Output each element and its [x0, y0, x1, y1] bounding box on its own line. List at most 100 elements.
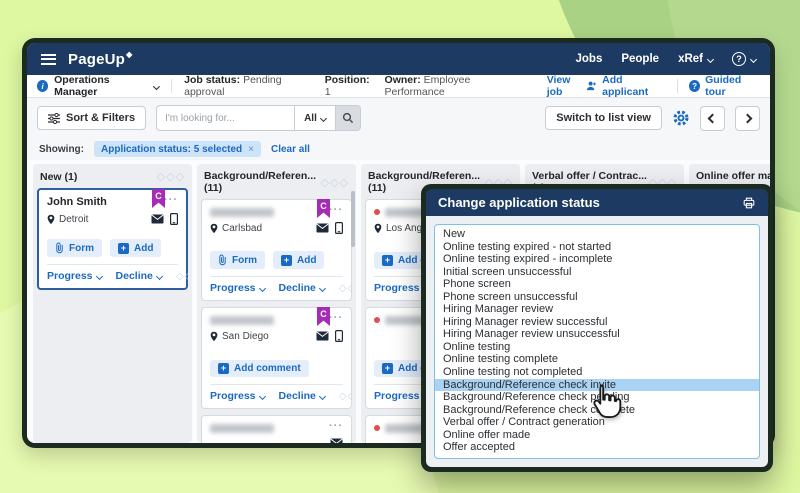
card-actions-row: Form Add	[47, 239, 178, 257]
nav-xref[interactable]: xRef	[678, 53, 713, 65]
page-background: PageUp◆ Jobs People xRef ? i Operations …	[0, 0, 800, 493]
decline-dropdown[interactable]: Decline	[279, 282, 325, 294]
card-footer-row: ProgressDecline◇◇◇	[210, 384, 343, 402]
column-header: New (1)◇◇◇	[37, 164, 188, 188]
unread-dot-icon	[374, 425, 380, 431]
mail-icon[interactable]	[330, 438, 343, 443]
add-button[interactable]: Add	[273, 251, 324, 269]
status-option[interactable]: Offer accepted	[435, 441, 759, 454]
status-option[interactable]: Hiring Manager review unsuccessful	[435, 328, 759, 341]
card-actions-row: Form Add	[210, 251, 343, 269]
chevron-right-icon	[743, 113, 753, 123]
applicant-card[interactable]: John Smith···CDetroitFormAddProgressDecl…	[37, 188, 188, 290]
status-option[interactable]: Background/Reference check complete	[435, 404, 759, 417]
nav-people[interactable]: People	[621, 53, 659, 65]
status-option[interactable]: Online testing complete	[435, 353, 759, 366]
status-option-list: NewOnline testing expired - not startedO…	[434, 224, 760, 459]
active-filters-bar: Showing: Application status: 5 selected …	[27, 138, 770, 160]
unread-dot-icon	[374, 209, 380, 215]
more-options-icon[interactable]: ···	[329, 422, 343, 431]
status-option[interactable]: Hiring Manager review	[435, 303, 759, 316]
card-rating-diamonds-icon: ◇◇◇	[176, 271, 188, 282]
chevron-down-icon	[95, 272, 102, 279]
clear-all-link[interactable]: Clear all	[271, 144, 310, 155]
applicant-card[interactable]: ···	[201, 415, 352, 443]
job-title: Operations Manager	[54, 74, 148, 98]
chevron-down-icon	[156, 272, 163, 279]
scroll-right-button[interactable]	[735, 106, 760, 131]
applicant-name-blurred	[210, 208, 274, 217]
applicant-name-blurred	[210, 316, 274, 325]
applicant-card[interactable]: ···CCarlsbadFormAddProgressDecline◇◇◇	[201, 199, 352, 301]
remove-filter-icon[interactable]: ×	[248, 144, 254, 155]
status-option[interactable]: Online testing expired - not started	[435, 241, 759, 254]
filter-chip-application-status[interactable]: Application status: 5 selected ×	[94, 141, 261, 157]
add-icon	[218, 363, 229, 374]
add-comment-button[interactable]: Add comment	[210, 360, 309, 377]
card-header-row: ···	[210, 422, 343, 433]
showing-label: Showing:	[39, 144, 84, 155]
status-option[interactable]: Initial screen unsuccessful	[435, 266, 759, 279]
phone-icon[interactable]	[335, 330, 343, 342]
settings-button[interactable]	[672, 109, 690, 127]
sort-filters-button[interactable]: Sort & Filters	[37, 106, 146, 130]
status-option[interactable]: Hiring Manager review successful	[435, 316, 759, 329]
phone-icon[interactable]	[335, 222, 343, 234]
status-option[interactable]: Background/Reference check invite	[435, 379, 759, 392]
decline-dropdown[interactable]: Decline	[279, 390, 325, 402]
phone-icon[interactable]	[170, 213, 178, 225]
applicant-location: Detroit	[59, 214, 88, 225]
question-icon: ?	[689, 80, 700, 92]
search-scope-dropdown[interactable]: All	[294, 105, 335, 131]
status-option[interactable]: Background/Reference check pending	[435, 391, 759, 404]
status-option[interactable]: Online offer made	[435, 429, 759, 442]
search-input[interactable]	[156, 105, 294, 131]
decline-dropdown[interactable]: Decline	[116, 270, 162, 282]
logo-diamond-icon: ◆	[126, 50, 132, 59]
chevron-left-icon	[708, 113, 718, 123]
column-scrollbar[interactable]	[351, 191, 355, 247]
mail-icon[interactable]	[316, 331, 329, 341]
card-location-row: San Diego	[210, 330, 343, 342]
status-option[interactable]: New	[435, 228, 759, 241]
print-button[interactable]	[742, 196, 756, 210]
progress-dropdown[interactable]: Progress	[210, 282, 265, 294]
applicant-card[interactable]: ···CSan DiegoAdd commentProgressDecline◇…	[201, 307, 352, 409]
card-location-row: Carlsbad	[210, 222, 343, 234]
more-options-icon[interactable]: ···	[329, 314, 343, 323]
chevron-down-icon	[258, 392, 265, 399]
mail-icon[interactable]	[316, 223, 329, 233]
job-owner: Owner: Employee Performance	[385, 74, 523, 98]
applicant-location: Carlsbad	[222, 223, 262, 234]
status-option[interactable]: Phone screen	[435, 278, 759, 291]
add-button[interactable]: Add	[110, 239, 161, 257]
top-navbar: PageUp◆ Jobs People xRef ?	[27, 43, 770, 75]
progress-dropdown[interactable]: Progress	[210, 390, 265, 402]
status-option[interactable]: Online testing not completed	[435, 366, 759, 379]
switch-to-list-view-button[interactable]: Switch to list view	[545, 106, 662, 130]
more-options-icon[interactable]: ···	[329, 206, 343, 215]
search-button[interactable]	[335, 105, 361, 131]
nav-jobs[interactable]: Jobs	[576, 53, 603, 65]
card-location-row	[210, 438, 343, 443]
status-option[interactable]: Phone screen unsuccessful	[435, 291, 759, 304]
chevron-down-icon	[153, 83, 160, 90]
hamburger-menu-icon[interactable]	[41, 54, 56, 65]
guided-tour-button[interactable]: ? Guided tour	[689, 74, 760, 98]
status-option[interactable]: Online testing	[435, 341, 759, 354]
view-job-link[interactable]: View job	[547, 74, 586, 98]
status-option[interactable]: Online testing expired - incomplete	[435, 253, 759, 266]
nav-help-menu[interactable]: ?	[732, 52, 756, 66]
board-column: New (1)◇◇◇John Smith···CDetroitFormAddPr…	[33, 164, 192, 443]
form-button[interactable]: Form	[47, 239, 102, 257]
scroll-left-button[interactable]	[700, 106, 725, 131]
job-title-dropdown[interactable]: i Operations Manager	[37, 74, 159, 98]
sliders-icon	[48, 113, 60, 124]
mail-icon[interactable]	[151, 214, 164, 224]
add-applicant-button[interactable]: Add applicant	[586, 74, 666, 98]
form-button[interactable]: Form	[210, 251, 265, 269]
status-option[interactable]: Verbal offer / Contract generation	[435, 416, 759, 429]
card-actions-row: Add comment	[210, 360, 343, 377]
progress-dropdown[interactable]: Progress	[47, 270, 102, 282]
more-options-icon[interactable]: ···	[164, 196, 178, 205]
